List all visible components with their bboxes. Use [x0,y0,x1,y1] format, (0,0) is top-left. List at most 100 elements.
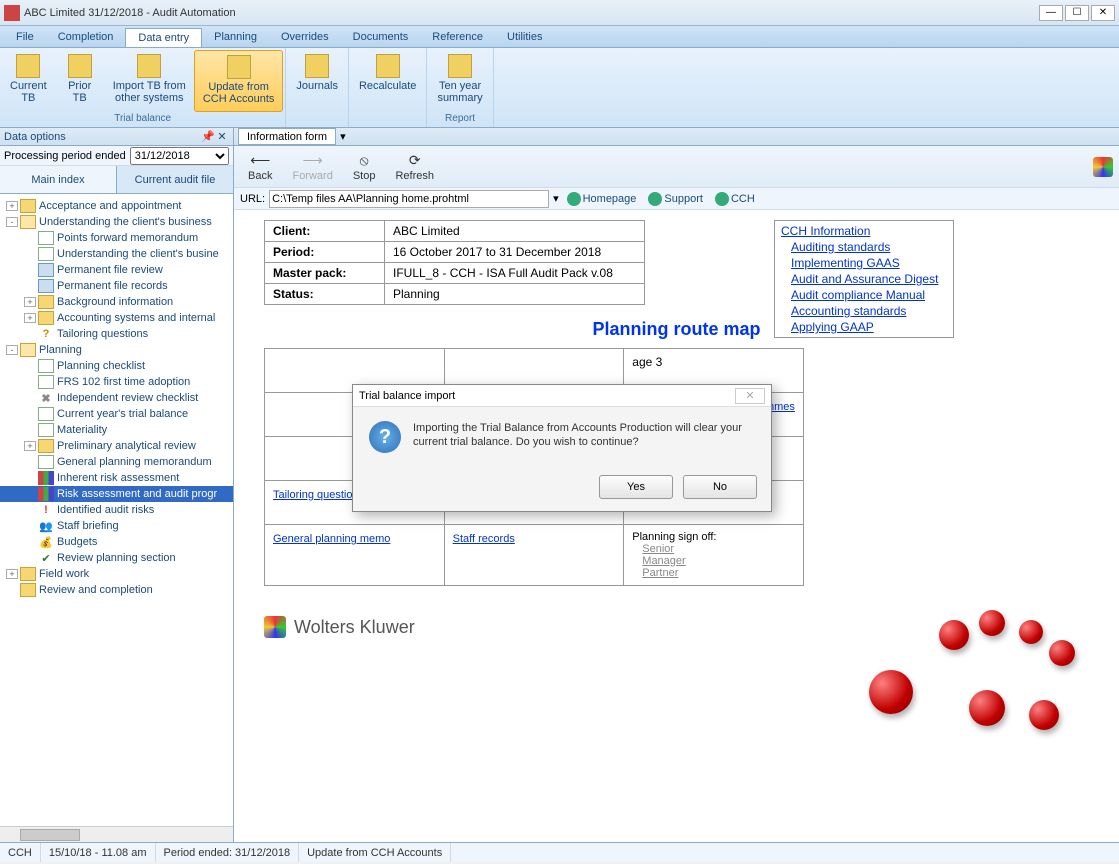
tree[interactable]: +Acceptance and appointment - Understandin… [0,194,233,826]
tree-item[interactable]: +Accounting systems and internal [0,310,233,326]
tree-item[interactable]: Permanent file records [0,278,233,294]
ribbon-icon [137,54,161,78]
signoff-link[interactable]: Senior [642,543,795,555]
side-link[interactable]: Accounting standards [791,303,947,319]
signoff-link[interactable]: Partner [642,567,795,579]
tree-item[interactable]: Inherent risk assessment [0,470,233,486]
doc-icon [38,231,54,245]
tree-item[interactable]: - Understanding the client's business [0,214,233,230]
close-panel-icon[interactable]: ✕ [215,130,229,144]
ribbon-current-tb[interactable]: CurrentTB [2,50,55,112]
menu-reference[interactable]: Reference [420,28,495,46]
tree-item[interactable]: !Identified audit risks [0,502,233,518]
ribbon-update-from-cch-accounts[interactable]: Update fromCCH Accounts [194,50,284,112]
tree-label: Permanent file records [57,280,168,292]
support-link[interactable]: Support [644,192,707,206]
menu-overrides[interactable]: Overrides [269,28,341,46]
period-select[interactable]: 31/12/2018 [130,147,229,165]
tree-item[interactable]: ✖Independent review checklist [0,390,233,406]
expander-icon[interactable]: + [24,441,36,451]
minimize-button[interactable]: — [1039,5,1063,21]
tree-label: Background information [57,296,173,308]
tree-label: Points forward memorandum [57,232,198,244]
side-link[interactable]: Implementing GAAS [791,255,947,271]
tree-item[interactable]: ✔Review planning section [0,550,233,566]
expander-icon[interactable]: + [24,297,36,307]
tab-dropdown-icon[interactable]: ▾ [336,130,350,143]
tree-item[interactable]: Current year's trial balance [0,406,233,422]
route-link[interactable]: General planning memo [273,533,390,545]
tree-item[interactable]: Risk assessment and audit progr [0,486,233,502]
signoff-link[interactable]: Manager [642,555,795,567]
left-tab-current-audit-file[interactable]: Current audit file [116,166,233,193]
tree-item[interactable]: ?Tailoring questions [0,326,233,342]
pin-icon[interactable]: 📌 [201,130,215,144]
no-button[interactable]: No [683,475,757,499]
maximize-button[interactable]: ☐ [1065,5,1089,21]
status-cell: 15/10/18 - 11.08 am [41,843,156,862]
url-dropdown-icon[interactable]: ▾ [553,192,559,205]
ribbon-recalculate-[interactable]: Recalculate [351,50,424,123]
ribbon-icon [68,54,92,78]
tree-item[interactable]: + Background information [0,294,233,310]
tree-label: Review and completion [39,584,153,596]
app-logo-icon [1093,157,1113,177]
stop-icon: ⦸ [355,152,373,170]
tree-item[interactable]: Materiality [0,422,233,438]
menu-completion[interactable]: Completion [46,28,126,46]
h-scrollbar[interactable] [0,826,233,842]
cch-info-header[interactable]: CCH Information [781,223,947,239]
tree-item[interactable]: +Field work [0,566,233,582]
tree-item[interactable]: Review and completion [0,582,233,598]
client-info-table: Client:ABC LimitedPeriod:16 October 2017… [264,220,645,305]
info-tab[interactable]: Information form [238,128,336,145]
url-input[interactable] [269,190,549,208]
route-link[interactable]: Staff records [453,533,515,545]
cch-link[interactable]: CCH [711,192,759,206]
tree-item[interactable]: +Acceptance and appointment [0,198,233,214]
route-link[interactable]: Tailoring questions [273,489,364,501]
expander-icon[interactable]: + [24,313,36,323]
ribbon-import-tb-from-other-systems[interactable]: Import TB fromother systems [105,50,194,112]
tree-item[interactable]: General planning memorandum [0,454,233,470]
expander-icon[interactable]: - [6,217,18,227]
menu-utilities[interactable]: Utilities [495,28,554,46]
ribbon-journals-[interactable]: Journals [288,50,346,123]
menu-data-entry[interactable]: Data entry [125,28,202,47]
left-tab-main-index[interactable]: Main index [0,166,116,193]
yes-button[interactable]: Yes [599,475,673,499]
side-link[interactable]: Audit compliance Manual [791,287,947,303]
tree-item[interactable]: +Preliminary analytical review [0,438,233,454]
tree-item[interactable]: Permanent file review [0,262,233,278]
dialog-close-button[interactable]: ✕ [735,388,765,404]
tree-label: Understanding the client's business [39,216,212,228]
tree-item[interactable]: 👥Staff briefing [0,518,233,534]
stop-button[interactable]: ⦸Stop [345,150,384,184]
tree-item[interactable]: Understanding the client's busine [0,246,233,262]
wk-icon [264,616,286,638]
tree-item[interactable]: 💰Budgets [0,534,233,550]
menu-file[interactable]: File [4,28,46,46]
tree-item[interactable]: -Planning [0,342,233,358]
expander-icon[interactable]: + [6,201,18,211]
menu-documents[interactable]: Documents [341,28,421,46]
tree-label: Understanding the client's busine [57,248,219,260]
expander-icon[interactable]: + [6,569,18,579]
side-link[interactable]: Audit and Assurance Digest [791,271,947,287]
tree-item[interactable]: FRS 102 first time adoption [0,374,233,390]
forward-button[interactable]: ⟶Forward [284,150,340,184]
tree-item[interactable]: Planning checklist [0,358,233,374]
menu-planning[interactable]: Planning [202,28,269,46]
close-button[interactable]: ✕ [1091,5,1115,21]
tree-label: Tailoring questions [57,328,148,340]
refresh-button[interactable]: ⟳Refresh [387,150,442,184]
expander-icon[interactable]: - [6,345,18,355]
side-link[interactable]: Auditing standards [791,239,947,255]
tree-item[interactable]: Points forward memorandum [0,230,233,246]
back-button[interactable]: ⟵Back [240,150,280,184]
ribbon-prior-tb[interactable]: PriorTB [55,50,105,112]
ribbon-ten-year-summary[interactable]: Ten yearsummary [429,50,490,112]
homepage-link[interactable]: Homepage [563,192,641,206]
url-label: URL: [240,193,265,205]
side-link[interactable]: Applying GAAP [791,319,947,335]
